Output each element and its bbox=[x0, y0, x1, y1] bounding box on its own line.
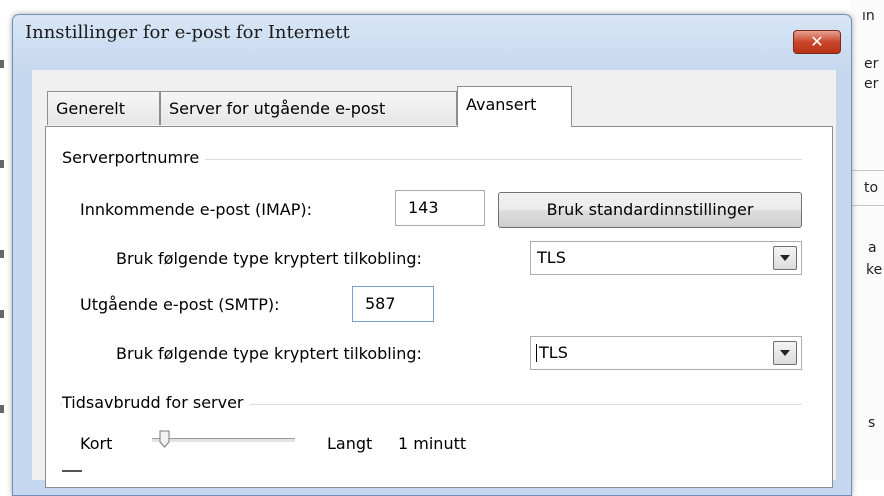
close-icon: ✕ bbox=[810, 32, 824, 51]
background-text: to bbox=[864, 180, 879, 196]
background-divider bbox=[850, 170, 884, 171]
incoming-port-value: 143 bbox=[408, 198, 439, 217]
incoming-encryption-select[interactable]: TLS bbox=[530, 241, 802, 275]
outgoing-port-label: Utgående e-post (SMTP): bbox=[80, 295, 280, 314]
tab-label: Server for utgående e-post bbox=[169, 99, 386, 118]
timeout-value: 1 minutt bbox=[398, 434, 467, 453]
background-mark bbox=[0, 160, 4, 168]
background-text: a bbox=[868, 240, 877, 256]
cutoff-element bbox=[62, 470, 82, 482]
incoming-port-input[interactable]: 143 bbox=[395, 190, 485, 226]
tab-generelt[interactable]: Generelt bbox=[47, 91, 160, 125]
dialog-title: Innstillinger for e-post for Internett bbox=[25, 22, 350, 43]
background-text: s bbox=[868, 415, 876, 431]
chevron-down-icon bbox=[780, 255, 790, 261]
background-text: ke bbox=[866, 262, 883, 278]
use-defaults-label: Bruk standardinnstillinger bbox=[546, 200, 754, 219]
outgoing-encryption-select[interactable]: TLS bbox=[530, 336, 802, 370]
background-divider bbox=[850, 205, 884, 206]
tab-avansert[interactable]: Avansert bbox=[457, 86, 572, 127]
background-mark bbox=[0, 310, 4, 318]
incoming-encryption-label: Bruk følgende type kryptert tilkobling: bbox=[116, 249, 422, 268]
incoming-port-label: Innkommende e-post (IMAP): bbox=[80, 200, 312, 219]
background-window bbox=[850, 0, 884, 480]
background-text: er bbox=[864, 56, 879, 72]
use-defaults-button[interactable]: Bruk standardinnstillinger bbox=[498, 192, 802, 228]
timeout-short-label: Kort bbox=[80, 434, 113, 453]
outgoing-port-input[interactable]: 587 bbox=[352, 286, 434, 322]
slider-thumb-icon[interactable] bbox=[159, 430, 170, 448]
tab-label: Generelt bbox=[56, 99, 126, 118]
incoming-encryption-value: TLS bbox=[537, 248, 566, 267]
group-title-server-ports: Serverportnumre bbox=[62, 148, 206, 167]
tab-label: Avansert bbox=[466, 95, 537, 114]
background-mark bbox=[0, 405, 4, 413]
background-mark bbox=[0, 250, 4, 258]
outgoing-encryption-label: Bruk følgende type kryptert tilkobling: bbox=[116, 344, 422, 363]
background-mark bbox=[0, 60, 4, 68]
outgoing-encryption-value: TLS bbox=[539, 343, 568, 362]
background-text: er bbox=[864, 76, 879, 92]
tab-server-utgaende[interactable]: Server for utgående e-post bbox=[160, 91, 457, 125]
dropdown-arrow-button[interactable] bbox=[773, 341, 797, 365]
timeout-slider[interactable] bbox=[152, 438, 295, 443]
group-title-timeout: Tidsavbrudd for server bbox=[62, 393, 250, 412]
close-button[interactable]: ✕ bbox=[793, 30, 841, 54]
background-text: ın bbox=[862, 8, 875, 24]
timeout-long-label: Langt bbox=[327, 434, 373, 453]
text-cursor bbox=[536, 344, 537, 362]
dropdown-arrow-button[interactable] bbox=[773, 246, 797, 270]
outgoing-port-value: 587 bbox=[365, 294, 396, 313]
chevron-down-icon bbox=[780, 350, 790, 356]
